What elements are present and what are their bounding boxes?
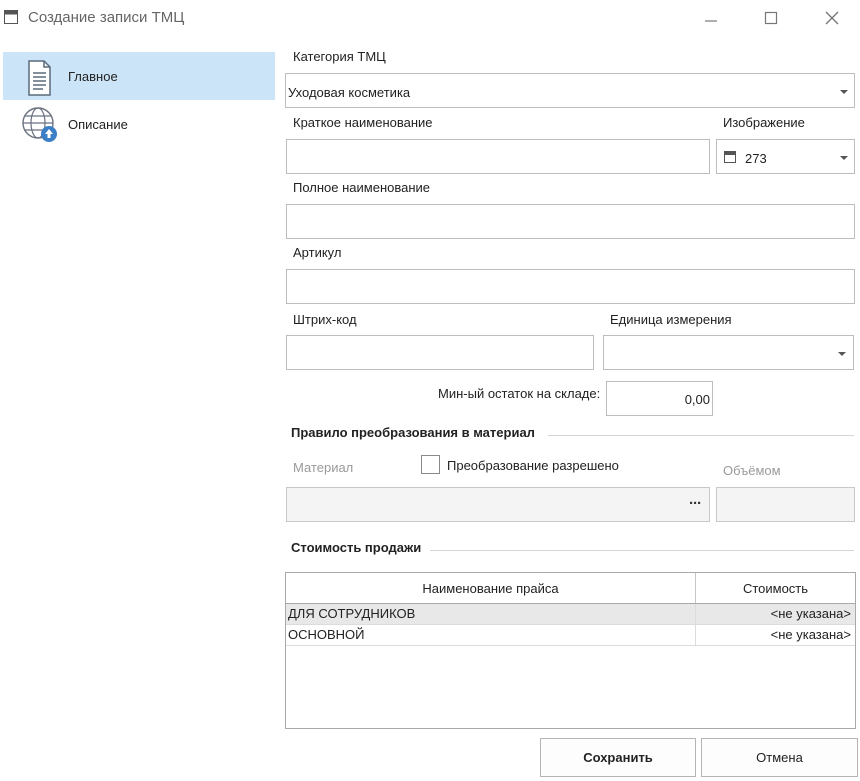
short-name-input[interactable] (286, 139, 710, 174)
sidebar-item-description[interactable]: Описание (3, 100, 275, 148)
barcode-label: Штрих-код (293, 312, 357, 327)
section-divider (548, 435, 854, 436)
price-cost-cell: <не указана> (770, 627, 851, 642)
browse-button[interactable]: ··· (689, 495, 702, 512)
volume-input (716, 487, 855, 522)
price-name-cell: ДЛЯ СОТРУДНИКОВ (288, 606, 416, 621)
table-row[interactable]: ДЛЯ СОТРУДНИКОВ <не указана> (286, 604, 855, 625)
table-row[interactable]: ОСНОВНОЙ <не указана> (286, 625, 855, 646)
full-name-label: Полное наименование (293, 180, 431, 195)
column-divider (695, 604, 696, 646)
volume-label: Объёмом (723, 463, 781, 478)
min-stock-input[interactable]: 0,00 (606, 381, 713, 416)
app-icon (4, 10, 18, 24)
image-label: Изображение (723, 115, 805, 130)
sidebar-item-main[interactable]: Главное (3, 52, 275, 100)
column-header-cost[interactable]: Стоимость (696, 573, 855, 603)
full-name-input[interactable] (286, 204, 855, 239)
sidebar-item-label: Описание (68, 117, 128, 132)
document-icon (28, 60, 51, 96)
chevron-down-icon (840, 90, 848, 94)
short-name-label: Краткое наименование (293, 115, 433, 130)
maximize-button[interactable] (756, 6, 786, 30)
table-header: Наименование прайса Стоимость (286, 573, 855, 604)
unit-select[interactable] (603, 335, 854, 370)
close-button[interactable] (817, 6, 847, 30)
sidebar-item-label: Главное (68, 69, 118, 84)
min-stock-label: Мин-ый остаток на складе: (438, 386, 601, 401)
conversion-allowed-label: Преобразование разрешено (447, 458, 619, 473)
category-value: Уходовая косметика (288, 85, 411, 100)
close-icon (825, 11, 839, 25)
chevron-down-icon (838, 352, 846, 356)
price-table[interactable]: Наименование прайса Стоимость ДЛЯ СОТРУД… (285, 572, 856, 729)
image-icon (724, 151, 736, 163)
section-divider (430, 550, 854, 551)
minimize-icon (705, 20, 717, 22)
material-input: ··· (286, 487, 710, 522)
conversion-section-title: Правило преобразования в материал (291, 425, 535, 440)
category-select[interactable]: Уходовая косметика (285, 73, 855, 108)
image-value: 273 (745, 151, 767, 166)
column-header-price-name[interactable]: Наименование прайса (286, 573, 696, 603)
article-input[interactable] (286, 269, 855, 304)
cancel-button[interactable]: Отмена (701, 738, 858, 777)
price-cost-cell: <не указана> (770, 606, 851, 621)
min-stock-value: 0,00 (684, 392, 710, 407)
price-name-cell: ОСНОВНОЙ (288, 627, 365, 642)
title-bar: Создание записи ТМЦ (0, 0, 860, 36)
category-label: Категория ТМЦ (293, 49, 386, 64)
material-label: Материал (293, 460, 354, 475)
globe-upload-icon (22, 107, 57, 142)
chevron-down-icon (840, 156, 848, 160)
conversion-allowed-checkbox[interactable] (421, 455, 440, 474)
image-select[interactable]: 273 (716, 139, 855, 174)
maximize-icon (764, 11, 778, 25)
unit-label: Единица измерения (610, 312, 732, 327)
window-title: Создание записи ТМЦ (28, 9, 185, 26)
save-button[interactable]: Сохранить (540, 738, 696, 777)
article-label: Артикул (293, 245, 342, 260)
pricing-section-title: Стоимость продажи (291, 540, 422, 555)
barcode-input[interactable] (286, 335, 594, 370)
minimize-button[interactable] (696, 6, 726, 30)
